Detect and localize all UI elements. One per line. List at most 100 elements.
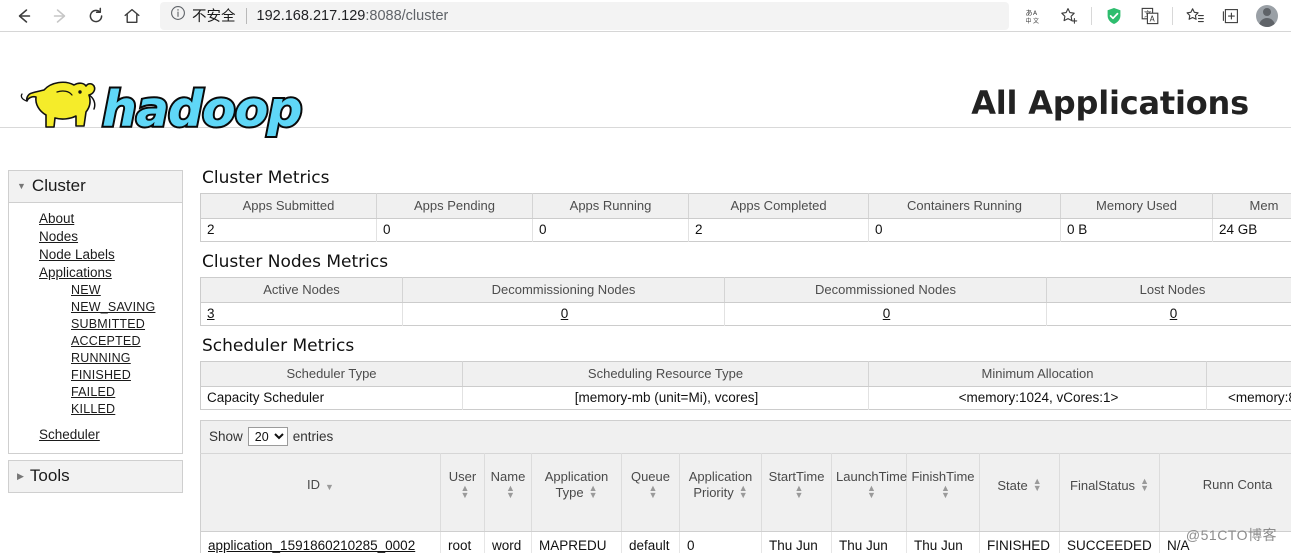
- col-name-label: Name: [490, 469, 526, 484]
- col-lost-nodes[interactable]: Lost Nodes: [1046, 277, 1291, 303]
- col-apps-running[interactable]: Apps Running: [532, 193, 689, 219]
- back-arrow-icon: [18, 8, 31, 23]
- lost-nodes-link[interactable]: 0: [1170, 306, 1178, 321]
- home-button[interactable]: [114, 1, 150, 31]
- show-label: Show: [209, 429, 243, 444]
- sidebar-item-failed[interactable]: FAILED: [9, 383, 182, 400]
- cluster-nodes-metrics-title: Cluster Nodes Metrics: [202, 252, 389, 272]
- page-length-select[interactable]: 20: [247, 427, 288, 446]
- browser-toolbar: 不安全 192.168.217.129:8088/cluster あA中文 文A: [0, 0, 1291, 32]
- sidebar-item-new-saving[interactable]: NEW_SAVING: [9, 298, 182, 315]
- val-memory-total: 24 GB: [1212, 218, 1291, 242]
- sort-both-icon: ▲ ▼: [867, 483, 876, 500]
- col-maximum-allocation[interactable]: [1206, 361, 1291, 387]
- add-favorite-button[interactable]: [1051, 1, 1087, 31]
- col-state[interactable]: State ▲ ▼: [979, 453, 1060, 532]
- col-name[interactable]: Name ▲ ▼: [484, 453, 532, 532]
- back-button[interactable]: [6, 1, 42, 31]
- favorites-list-button[interactable]: [1177, 1, 1213, 31]
- hadoop-elephant-icon: [20, 81, 96, 128]
- col-decommissioning-nodes[interactable]: Decommissioning Nodes: [402, 277, 725, 303]
- sort-both-icon: ▲ ▼: [1032, 475, 1042, 493]
- translate-button[interactable]: 文A: [1132, 1, 1168, 31]
- col-apps-completed[interactable]: Apps Completed: [688, 193, 869, 219]
- sidebar-item-killed[interactable]: KILLED: [9, 400, 182, 417]
- col-start-time[interactable]: StartTime ▲ ▼: [761, 453, 832, 532]
- sidebar-item-finished[interactable]: FINISHED: [9, 366, 182, 383]
- url-text[interactable]: 192.168.217.129:8088/cluster: [257, 8, 449, 24]
- col-scheduler-type[interactable]: Scheduler Type: [200, 361, 463, 387]
- col-minimum-allocation[interactable]: Minimum Allocation: [868, 361, 1207, 387]
- reload-button[interactable]: [78, 1, 114, 31]
- shield-button[interactable]: [1096, 1, 1132, 31]
- sidebar-item-accepted[interactable]: ACCEPTED: [9, 332, 182, 349]
- tools-panel-header[interactable]: ▶ Tools: [9, 461, 182, 492]
- col-memory-total[interactable]: Mem: [1212, 193, 1291, 219]
- col-scheduling-resource-type[interactable]: Scheduling Resource Type: [462, 361, 869, 387]
- col-decommissioned-nodes[interactable]: Decommissioned Nodes: [724, 277, 1047, 303]
- sidebar-item-new[interactable]: NEW: [9, 281, 182, 298]
- favorites-list-icon: [1186, 7, 1204, 22]
- svg-text:A: A: [1150, 14, 1156, 23]
- sidebar-item-about[interactable]: About: [9, 209, 182, 227]
- toolbar-divider-1: [1091, 6, 1092, 25]
- col-application-priority[interactable]: Application Priority ▲ ▼: [679, 453, 762, 532]
- sidebar-item-nodes[interactable]: Nodes: [9, 227, 182, 245]
- ime-button[interactable]: あA中文: [1015, 1, 1051, 31]
- applications-table: ID ▼ User ▲ ▼ Name ▲ ▼ Application Type ▲ ▼ Que…: [200, 453, 1291, 553]
- sidebar-item-applications[interactable]: Applications: [9, 263, 182, 281]
- entries-label: entries: [292, 429, 334, 444]
- col-launch-time[interactable]: LaunchTime ▲ ▼: [831, 453, 907, 532]
- address-divider: [245, 7, 247, 24]
- sort-both-icon: ▲ ▼: [648, 483, 658, 500]
- active-nodes-link[interactable]: 3: [207, 306, 215, 321]
- application-id-link[interactable]: application_1591860210285_0002: [208, 538, 415, 553]
- profile-button[interactable]: [1249, 1, 1285, 31]
- cluster-panel-body: About Nodes Node Labels Applications NEW…: [9, 203, 182, 453]
- col-containers-running[interactable]: Containers Running: [868, 193, 1061, 219]
- table-row: 3 0 0 0 0: [200, 302, 1291, 326]
- cell-application-type: MAPREDUCE: [531, 531, 622, 553]
- sidebar-item-scheduler[interactable]: Scheduler: [9, 425, 182, 443]
- val-apps-running: 0: [532, 218, 689, 242]
- svg-text:中: 中: [1026, 17, 1032, 25]
- cluster-panel: ▼ Cluster About Nodes Node Labels Applic…: [8, 170, 183, 454]
- col-active-nodes[interactable]: Active Nodes: [200, 277, 403, 303]
- col-running-containers[interactable]: Runn Conta: [1159, 453, 1291, 532]
- cell-application-priority: 0: [679, 531, 762, 553]
- address-bar[interactable]: 不安全 192.168.217.129:8088/cluster: [160, 1, 1009, 30]
- info-circle-icon[interactable]: [170, 5, 186, 26]
- col-user[interactable]: User ▲ ▼: [440, 453, 485, 532]
- home-icon: [124, 8, 140, 23]
- val-memory-used: 0 B: [1060, 218, 1213, 242]
- decommissioning-nodes-link[interactable]: 0: [561, 306, 569, 321]
- hadoop-logo[interactable]: hadoop: [10, 74, 310, 142]
- col-id-label: ID: [307, 477, 321, 492]
- table-header-row: Active Nodes Decommissioning Nodes Decom…: [200, 277, 1291, 303]
- col-final-status[interactable]: FinalStatus ▲ ▼: [1059, 453, 1160, 532]
- collections-button[interactable]: [1213, 1, 1249, 31]
- col-apps-submitted[interactable]: Apps Submitted: [200, 193, 377, 219]
- sort-both-icon: ▲ ▼: [794, 483, 804, 500]
- col-apps-pending[interactable]: Apps Pending: [376, 193, 533, 219]
- decommissioned-nodes-link[interactable]: 0: [883, 306, 891, 321]
- col-queue[interactable]: Queue ▲ ▼: [621, 453, 680, 532]
- watermark: @51CTO博客: [1185, 527, 1277, 543]
- forward-button[interactable]: [42, 1, 78, 31]
- col-id[interactable]: ID ▼: [200, 453, 441, 532]
- sort-both-icon: ▲ ▼: [1140, 475, 1149, 493]
- cluster-metrics-table: Apps Submitted Apps Pending Apps Running…: [200, 193, 1291, 242]
- svg-text:文: 文: [1033, 17, 1039, 25]
- col-memory-used[interactable]: Memory Used: [1060, 193, 1213, 219]
- col-application-type[interactable]: Application Type ▲ ▼: [531, 453, 622, 532]
- forward-arrow-icon: [53, 8, 66, 23]
- datatable-length-control: Show 20 entries: [201, 421, 1291, 453]
- sidebar-item-running[interactable]: RUNNING: [9, 349, 182, 366]
- sidebar-item-submitted[interactable]: SUBMITTED: [9, 315, 182, 332]
- cell-queue: default: [621, 531, 680, 553]
- sidebar-item-node-labels[interactable]: Node Labels: [9, 245, 182, 263]
- toolbar-divider-2: [1172, 6, 1173, 25]
- cell-finish-time: Thu Jun 11 16:44:46 +0800: [906, 531, 980, 553]
- col-finish-time[interactable]: FinishTime ▲ ▼: [906, 453, 980, 532]
- cluster-panel-header[interactable]: ▼ Cluster: [9, 171, 182, 203]
